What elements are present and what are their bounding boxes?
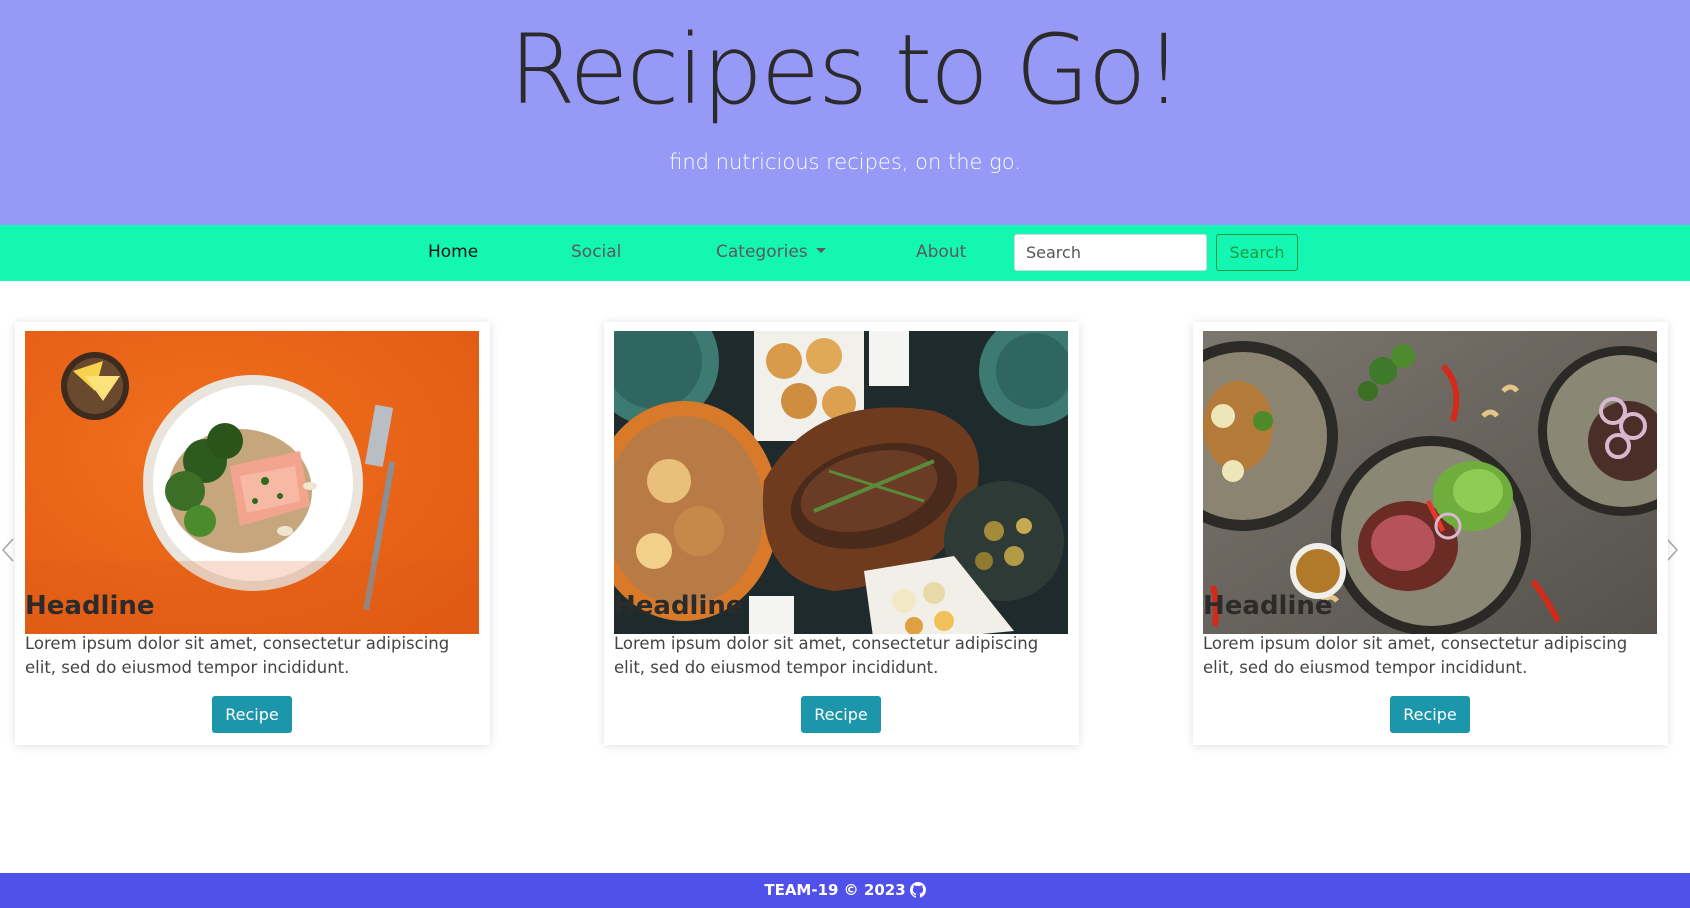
nav-categories-dropdown[interactable]: Categories [716,242,826,262]
recipe-image-steak-bowls [1203,331,1657,634]
site-tagline: find nutricious recipes, on the go. [669,150,1021,174]
nav-categories-label: Categories [716,242,808,262]
recipe-button[interactable]: Recipe [212,696,292,733]
site-title: Recipes to Go! [509,14,1183,126]
github-icon[interactable] [909,881,926,898]
nav-home[interactable]: Home [428,242,478,262]
card-text: Lorem ipsum dolor sit amet, consectetur … [1203,634,1628,677]
recipe-image-salmon-plate [25,331,479,634]
recipe-button[interactable]: Recipe [801,696,881,733]
card-headline: Headline [1203,591,1333,621]
recipe-card: Headline Lorem ipsum dolor sit amet, con… [1193,322,1668,745]
recipe-image-roast-feast [614,331,1068,634]
search-input[interactable] [1014,234,1207,271]
nav-social[interactable]: Social [571,242,621,262]
card-headline: Headline [614,591,744,621]
caret-down-icon [815,247,826,253]
hero-banner: Recipes to Go! find nutricious recipes, … [0,0,1690,225]
recipe-card: Headline Lorem ipsum dolor sit amet, con… [604,322,1079,745]
footer-text: TEAM-19 © 2023 [764,881,906,899]
card-text: Lorem ipsum dolor sit amet, consectetur … [614,634,1039,677]
footer-credit: TEAM-19 © 2023 [764,881,926,899]
search-button[interactable]: Search [1216,234,1298,271]
recipe-button[interactable]: Recipe [1390,696,1470,733]
card-text: Lorem ipsum dolor sit amet, consectetur … [25,634,450,677]
nav-about[interactable]: About [916,242,966,262]
navbar: Home Social Categories About Search [0,225,1690,281]
card-headline: Headline [25,591,155,621]
recipe-card: Headline Lorem ipsum dolor sit amet, con… [15,322,490,745]
footer: TEAM-19 © 2023 [0,873,1690,908]
